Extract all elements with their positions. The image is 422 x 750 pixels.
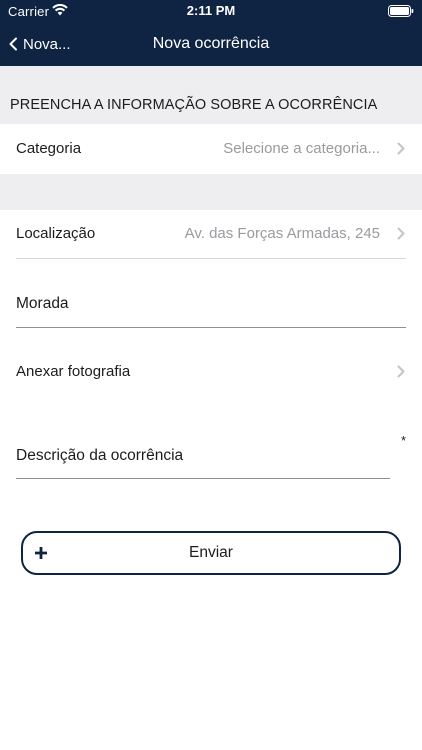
navigation-bar: Nova... Nova ocorrência <box>0 22 422 66</box>
required-mark: * <box>400 433 406 448</box>
chevron-left-icon <box>9 37 17 51</box>
submit-label: Enviar <box>189 544 233 561</box>
category-label: Categoria <box>16 140 82 157</box>
address-field[interactable] <box>16 285 406 328</box>
clock: 2:11 PM <box>186 3 236 18</box>
top-bar: Carrier 2:11 PM Nova... Nova ocorrência <box>0 0 422 66</box>
battery-icon <box>388 5 414 17</box>
chevron-right-icon <box>397 142 405 155</box>
section-header: PREENCHA A INFORMAÇÃO SOBRE A OCORRÊNCIA <box>0 66 422 124</box>
location-label: Localização <box>16 225 96 242</box>
chevron-right-icon <box>397 227 405 240</box>
description-field[interactable] <box>16 438 390 479</box>
divider <box>16 258 406 259</box>
submit-button[interactable]: Enviar <box>21 531 401 575</box>
back-button[interactable]: Nova... <box>8 22 71 66</box>
back-label: Nova... <box>23 35 71 53</box>
category-placeholder: Selecione a categoria... <box>223 140 380 157</box>
location-row[interactable]: Localização Av. das Forças Armadas, 245 <box>0 210 422 258</box>
section-header-text: PREENCHA A INFORMAÇÃO SOBRE A OCORRÊNCIA <box>10 97 378 113</box>
location-value: Av. das Forças Armadas, 245 <box>184 225 380 242</box>
status-bar: Carrier 2:11 PM <box>0 0 422 22</box>
category-row[interactable]: Categoria Selecione a categoria... <box>0 124 422 174</box>
chevron-right-icon <box>397 365 405 378</box>
attach-photo-label: Anexar fotografia <box>16 363 131 380</box>
attach-photo-row[interactable]: Anexar fotografia <box>0 352 422 394</box>
section-spacer <box>0 174 422 210</box>
